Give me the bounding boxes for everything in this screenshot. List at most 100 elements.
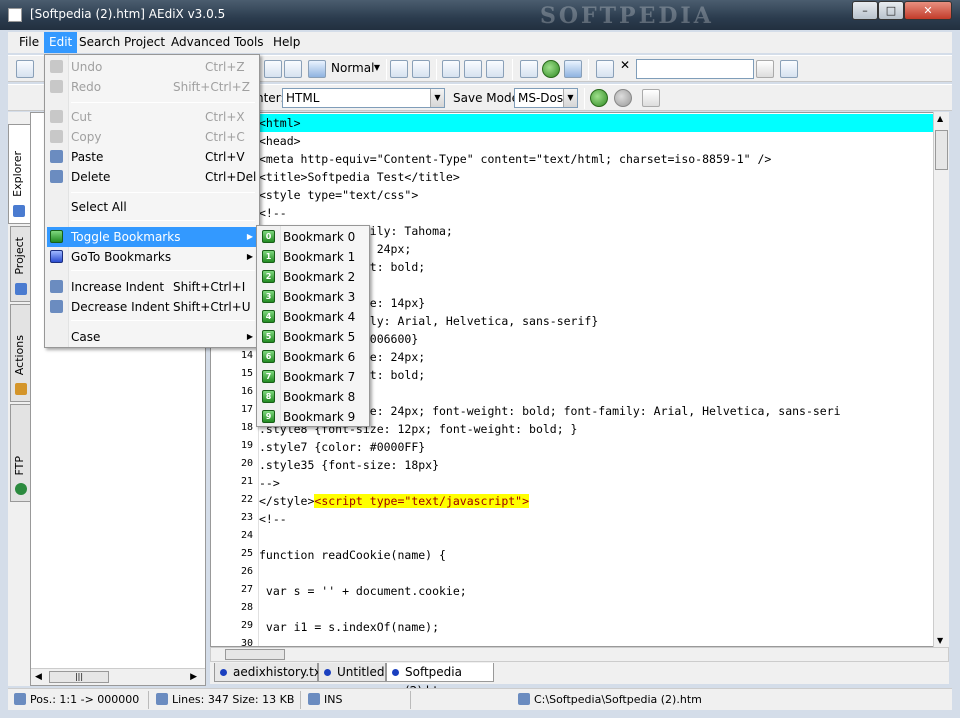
style-select[interactable]: Normal ▼ <box>328 59 380 79</box>
save-mode-select[interactable]: MS-Dos ▼ <box>514 88 578 108</box>
code-line[interactable]: <!-- <box>259 510 287 528</box>
menu-help[interactable]: Help <box>268 32 305 53</box>
close-button[interactable]: ✕ <box>904 1 952 20</box>
filter-select[interactable]: HTML ▼ <box>282 88 445 108</box>
tab-actions[interactable]: Actions <box>10 304 30 402</box>
find-icon[interactable] <box>308 60 326 78</box>
code-line[interactable]: <title>Softpedia Test</title> <box>259 168 460 186</box>
match-case-icon[interactable] <box>756 60 774 78</box>
status-position: Pos.: 1:1 -> 000000 <box>14 692 139 708</box>
editor-horizontal-scrollbar[interactable] <box>210 647 949 662</box>
code-line[interactable]: var s = '' + document.cookie; <box>259 582 467 600</box>
edit-menu-item[interactable]: Paste Ctrl+V <box>47 147 257 167</box>
forward-arrow-icon[interactable] <box>614 89 632 107</box>
bookmark-menu-item[interactable]: 4 Bookmark 4 <box>259 307 367 327</box>
file-tab-active[interactable]: Softpedia (2).htm <box>386 663 494 698</box>
indent-icon[interactable] <box>390 60 408 78</box>
edit-menu-item-shortcut: Ctrl+Del <box>205 170 257 184</box>
menu-edit[interactable]: Edit <box>44 32 78 53</box>
code-line[interactable]: var i1 = s.indexOf(name); <box>259 618 439 636</box>
line-number: 23 <box>240 512 253 523</box>
minimize-button[interactable]: – <box>852 1 878 20</box>
scroll-thumb[interactable]: ||| <box>49 671 109 683</box>
bookmark-menu-item[interactable]: 7 Bookmark 7 <box>259 367 367 387</box>
edit-menu-item[interactable]: Copy Ctrl+C <box>47 127 257 147</box>
status-mode: INS <box>308 692 342 708</box>
explorer-horizontal-scrollbar[interactable]: ◀ ||| ▶ <box>31 668 205 685</box>
file-tab[interactable]: aedixhistory.txt <box>214 663 326 682</box>
code-line[interactable]: <html> <box>259 114 933 132</box>
bookmark-menu-item[interactable]: 3 Bookmark 3 <box>259 287 367 307</box>
edit-menu-item[interactable]: Case ▶ <box>47 327 257 347</box>
scroll-thumb[interactable] <box>935 130 948 170</box>
bookmark-goto-icon <box>50 250 63 263</box>
scroll-down-icon[interactable]: ▼ <box>937 636 943 645</box>
maximize-button[interactable]: □ <box>878 1 904 20</box>
paste-icon[interactable] <box>284 60 302 78</box>
new-file-icon[interactable] <box>16 60 34 78</box>
scroll-up-icon[interactable]: ▲ <box>937 114 943 123</box>
bookmark-menu-item[interactable]: 9 Bookmark 9 <box>259 407 367 427</box>
edit-menu-item[interactable]: Undo Ctrl+Z <box>47 57 257 77</box>
code-line[interactable]: <style type="text/css"> <box>259 186 418 204</box>
document-icon[interactable] <box>442 60 460 78</box>
tab-ftp[interactable]: FTP <box>10 404 30 502</box>
bookmark-menu-item[interactable]: 5 Bookmark 5 <box>259 327 367 347</box>
code-line[interactable]: <head> <box>259 132 301 150</box>
scroll-right-icon[interactable]: ▶ <box>190 672 197 682</box>
status-separator <box>410 691 411 709</box>
close-document-icon[interactable] <box>642 89 660 107</box>
status-separator <box>300 691 301 709</box>
menu-tools[interactable]: Tools <box>229 32 269 53</box>
menu-separator <box>71 192 255 193</box>
search-icon[interactable] <box>564 60 582 78</box>
edit-menu-item[interactable]: Increase Indent Shift+Ctrl+I <box>47 277 257 297</box>
bookmark-menu-item[interactable]: 8 Bookmark 8 <box>259 387 367 407</box>
replace-icon[interactable] <box>542 60 560 78</box>
code-line[interactable]: <meta http-equiv="Content-Type" content=… <box>259 150 771 168</box>
code-line[interactable]: --> <box>259 474 280 492</box>
code-line[interactable]: .style7 {color: #0000FF} <box>259 438 425 456</box>
menu-search[interactable]: Search <box>74 32 125 53</box>
outdent-icon[interactable] <box>412 60 430 78</box>
file-tabs: aedixhistory.txt Untitled Softpedia (2).… <box>210 662 949 698</box>
menu-project[interactable]: Project <box>119 32 170 53</box>
find-file-icon[interactable] <box>520 60 538 78</box>
code-line[interactable]: function readCookie(name) { <box>259 546 446 564</box>
code-text: var i1 = s.indexOf(name); <box>259 620 440 634</box>
edit-menu-item[interactable]: Select All <box>47 197 257 217</box>
scroll-left-icon[interactable]: ◀ <box>35 672 42 682</box>
paragraph-icon[interactable] <box>464 60 482 78</box>
back-arrow-icon[interactable] <box>590 89 608 107</box>
find-next-icon[interactable] <box>780 60 798 78</box>
search-input[interactable] <box>636 59 754 79</box>
tab-explorer-label: Explorer <box>11 151 24 197</box>
code-line[interactable]: <!-- <box>259 204 287 222</box>
scroll-thumb[interactable] <box>225 649 285 660</box>
submenu-arrow-icon: ▶ <box>246 252 253 261</box>
code-line[interactable]: .style35 {font-size: 18px} <box>259 456 439 474</box>
bookmark-menu-item[interactable]: 6 Bookmark 6 <box>259 347 367 367</box>
edit-menu-item[interactable]: Redo Shift+Ctrl+Z <box>47 77 257 97</box>
file-icon <box>220 669 227 676</box>
close-search-icon[interactable]: ✕ <box>620 58 630 72</box>
tab-explorer[interactable]: Explorer <box>8 124 30 224</box>
bookmark-menu-item[interactable]: 0 Bookmark 0 <box>259 227 367 247</box>
bookmark-menu-item[interactable]: 2 Bookmark 2 <box>259 267 367 287</box>
wrap-icon[interactable] <box>486 60 504 78</box>
menu-file[interactable]: File <box>14 32 44 53</box>
menu-advanced[interactable]: Advanced <box>166 32 235 53</box>
tab-ftp-label: FTP <box>13 455 26 476</box>
copy-icon[interactable] <box>264 60 282 78</box>
editor-vertical-scrollbar[interactable]: ▲ ▼ <box>933 112 949 647</box>
bookmark-menu-item[interactable]: 1 Bookmark 1 <box>259 247 367 267</box>
file-tab[interactable]: Untitled <box>318 663 386 682</box>
edit-menu-item[interactable]: Decrease Indent Shift+Ctrl+U <box>47 297 257 317</box>
code-line[interactable]: </style><script type="text/javascript"> <box>259 492 530 510</box>
tab-project[interactable]: Project <box>10 226 30 302</box>
export-icon[interactable] <box>596 60 614 78</box>
edit-menu-item[interactable]: Cut Ctrl+X <box>47 107 257 127</box>
edit-menu-item[interactable]: GoTo Bookmarks ▶ <box>47 247 257 267</box>
edit-menu-item[interactable]: Toggle Bookmarks ▶ <box>47 227 257 247</box>
edit-menu-item[interactable]: Delete Ctrl+Del <box>47 167 257 187</box>
